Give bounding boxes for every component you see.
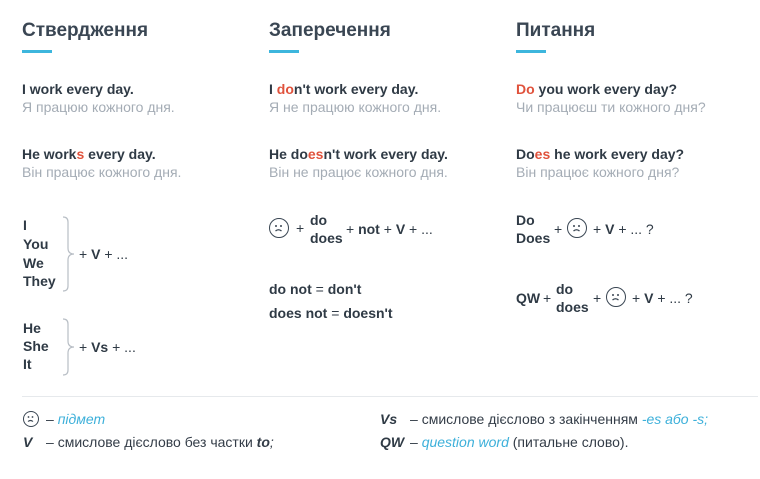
negative-translation-1: Я не працюю кожного дня. [269, 99, 442, 115]
worried-face-icon [567, 218, 587, 238]
question-example-2: Does he work every day? [516, 146, 685, 162]
affirmative-translation-1: Я працюю кожного дня. [22, 99, 175, 115]
affirmative-underline [22, 50, 52, 53]
group-2-formula: + Vs + ... [79, 339, 136, 355]
question-qw: QW [516, 290, 541, 306]
question-2-plus-2: + [593, 290, 602, 306]
legend-vs-text: – смислове дієслово з закінченням -es аб… [410, 411, 709, 427]
legend-subject: – підмет [46, 411, 106, 427]
worried-face-icon [269, 218, 289, 238]
brace-group-1 [62, 216, 75, 292]
pronoun-you: You [23, 236, 49, 252]
negative-plus-1: + [296, 220, 305, 236]
negative-does: does [310, 230, 343, 246]
negative-title: Заперечення [269, 20, 391, 41]
pronoun-it: It [23, 356, 32, 372]
question-2-tail: + V + ... ? [632, 290, 693, 306]
question-2-does: does [556, 299, 589, 315]
pronoun-i: I [23, 217, 27, 233]
question-translation-1: Чи працюєш ти кожного дня? [516, 99, 706, 115]
question-title: Питання [516, 20, 596, 41]
legend-qw-symbol: QW [380, 434, 405, 450]
legend-vs-symbol: Vs [380, 411, 398, 427]
negative-example-2: He doesn't work every day. [269, 146, 448, 162]
brace-group-2 [62, 318, 75, 376]
contraction-do-not: do not = don't [269, 281, 362, 297]
legend-v-symbol: V [23, 434, 33, 450]
affirmative-example-2: He works every day. [22, 146, 156, 162]
negative-do: do [310, 212, 328, 228]
contraction-does-not: does not = doesn't [269, 305, 393, 321]
negative-example-1: I don't work every day. [269, 81, 419, 97]
affirmative-title: Ствердження [22, 20, 149, 41]
question-1-tail: + V + ... ? [593, 221, 654, 237]
question-1-plus-1: + [554, 221, 563, 237]
legend-v-text: – смислове дієслово без частки to; [46, 434, 274, 450]
question-underline [516, 50, 546, 53]
question-example-1: Do you work every day? [516, 81, 678, 97]
legend-separator [22, 396, 758, 397]
negative-translation-2: Він не працює кожного дня. [269, 164, 448, 180]
question-2-plus-1: + [543, 290, 552, 306]
negative-formula-tail: + not + V + ... [346, 221, 433, 237]
question-does: Does [516, 230, 551, 246]
legend-qw-text: – question word (питальне слово). [410, 434, 629, 450]
affirmative-example-1: I work every day. [22, 81, 134, 97]
pronoun-he: He [23, 320, 41, 336]
group-1-formula: + V + ... [79, 246, 129, 262]
pronoun-they: They [23, 273, 56, 289]
affirmative-translation-2: Він працює кожного дня. [22, 164, 182, 180]
pronoun-we: We [23, 255, 44, 271]
question-2-do: do [556, 281, 574, 297]
question-translation-2: Він працює кожного дня? [516, 164, 680, 180]
worried-face-icon [23, 411, 39, 427]
question-do: Do [516, 212, 535, 228]
negative-underline [269, 50, 299, 53]
worried-face-icon [606, 287, 626, 307]
pronoun-she: She [23, 338, 49, 354]
